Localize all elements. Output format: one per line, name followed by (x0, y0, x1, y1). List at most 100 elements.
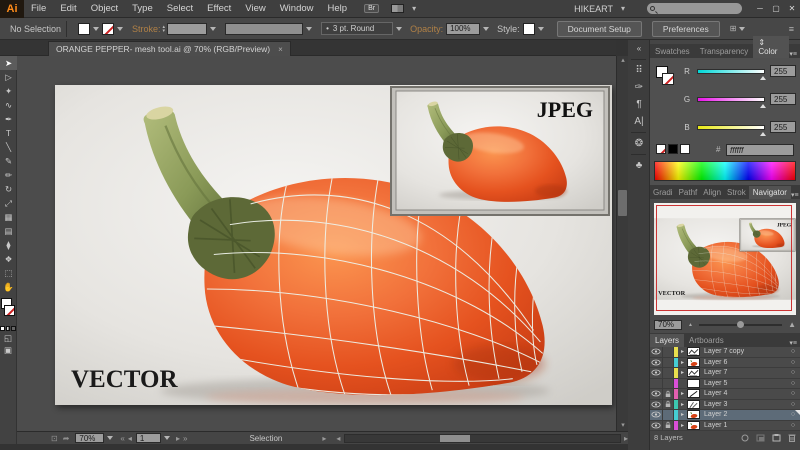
vertical-scrollbar[interactable]: ▴ ▾ (616, 56, 628, 431)
drawing-mode-button[interactable]: ◱ (0, 333, 16, 343)
zoom-out-icon[interactable]: ▲ (688, 322, 693, 328)
layer-row[interactable]: ▸Layer 3○ (650, 400, 800, 411)
screen-mode-button[interactable]: ▣ (0, 345, 16, 355)
horizontal-scroll-thumb[interactable] (440, 435, 470, 442)
stroke-weight-field[interactable] (167, 23, 207, 35)
new-layer-icon[interactable] (772, 434, 781, 442)
new-sublayer-icon[interactable] (756, 434, 765, 442)
expand-arrow-icon[interactable]: ▸ (678, 359, 687, 366)
paragraph-panel-icon[interactable]: ¶ (628, 96, 650, 113)
blue-value-field[interactable]: 255 (770, 121, 796, 133)
color-mode-button[interactable] (0, 326, 5, 331)
preferences-button[interactable]: Preferences (652, 21, 720, 37)
layer-row[interactable]: ▸Layer 2○ (650, 410, 800, 421)
symbols-panel-icon[interactable]: ♣ (628, 157, 650, 174)
direct-selection-tool[interactable]: ▷ (0, 70, 17, 84)
layer-name[interactable]: Layer 3 (700, 401, 786, 408)
red-value-field[interactable]: 255 (770, 65, 796, 77)
lock-toggle[interactable] (663, 379, 674, 389)
dropdown-arrow-icon[interactable] (164, 436, 170, 440)
menu-view[interactable]: View (238, 0, 272, 18)
dropdown-arrow-icon[interactable] (107, 436, 113, 440)
blue-slider[interactable] (697, 125, 765, 130)
layer-row[interactable]: Layer 5○ (650, 379, 800, 390)
delete-layer-icon[interactable] (788, 433, 796, 442)
lock-toggle[interactable] (663, 347, 674, 357)
paintbrush-tool[interactable]: ✎ (0, 154, 17, 168)
white-swatch[interactable] (680, 144, 690, 154)
next-artboard-icon[interactable]: ▸ (176, 434, 180, 443)
target-circle-icon[interactable]: ○ (786, 348, 800, 355)
artboards-panel-icon[interactable]: ⠿ (628, 62, 650, 79)
tab-transparency[interactable]: Transparency (695, 45, 754, 58)
none-swatch[interactable] (656, 144, 666, 154)
lock-toggle[interactable] (663, 421, 674, 431)
panel-menu-icon[interactable]: ▾≡ (789, 50, 800, 58)
menu-select[interactable]: Select (160, 0, 200, 18)
navigator-zoom-field[interactable]: 70% (654, 320, 682, 330)
artboard-tool[interactable]: ⬚ (0, 266, 17, 280)
dropdown-arrow-icon[interactable] (396, 27, 402, 31)
color-spectrum[interactable] (654, 161, 796, 181)
dropdown-arrow-icon[interactable] (483, 27, 489, 31)
gradient-tool[interactable]: ▤ (0, 224, 17, 238)
target-circle-icon[interactable]: ○ (786, 359, 800, 366)
red-slider[interactable] (697, 69, 765, 74)
menu-effect[interactable]: Effect (200, 0, 238, 18)
minimize-button[interactable]: ─ (752, 4, 768, 13)
layer-thumbnail[interactable] (687, 358, 700, 367)
layer-thumbnail[interactable] (687, 368, 700, 377)
tab-artboards[interactable]: Artboards (684, 334, 729, 347)
stroke-swatch[interactable] (662, 73, 674, 85)
layer-row[interactable]: ▸Layer 1○ (650, 421, 800, 432)
layer-name[interactable]: Layer 5 (700, 380, 786, 387)
tab-align[interactable]: Align (700, 186, 724, 199)
panel-menu-icon[interactable]: ▾≡ (789, 339, 800, 347)
green-slider[interactable] (697, 97, 765, 102)
expand-arrow-icon[interactable]: ▸ (678, 348, 687, 355)
target-circle-icon[interactable]: ○ (786, 380, 800, 387)
blue-slider-thumb[interactable] (760, 132, 766, 136)
layer-name[interactable]: Layer 1 (700, 422, 786, 429)
layer-thumbnail[interactable] (687, 400, 700, 409)
chevron-down-icon[interactable]: ▾ (412, 4, 416, 13)
search-input[interactable] (647, 3, 742, 14)
eyedropper-tool[interactable]: ⧫ (0, 238, 17, 252)
maximize-button[interactable]: ▢ (768, 4, 784, 13)
navigator-zoom-slider[interactable] (699, 324, 782, 326)
navigator-proxy-view[interactable] (656, 205, 792, 311)
menu-type[interactable]: Type (125, 0, 160, 18)
appearance-panel-icon[interactable]: ❂ (628, 135, 650, 152)
lock-toggle[interactable] (663, 400, 674, 410)
stroke-swatch[interactable] (4, 305, 15, 316)
black-swatch[interactable] (668, 144, 678, 154)
target-circle-icon[interactable]: ○ (786, 369, 800, 376)
navigator-slider-thumb[interactable] (737, 321, 744, 328)
dropdown-arrow-icon[interactable] (93, 27, 99, 31)
dropdown-arrow-icon[interactable] (739, 27, 745, 31)
layer-name[interactable]: Layer 7 copy (700, 348, 786, 355)
line-tool[interactable]: ╲ (0, 140, 17, 154)
stroke-weight-stepper[interactable]: ▴▾ (163, 25, 166, 33)
menu-file[interactable]: File (24, 0, 53, 18)
none-mode-button[interactable] (11, 326, 16, 331)
expand-arrow-icon[interactable]: ▸ (678, 401, 687, 408)
layer-thumbnail[interactable] (687, 421, 700, 430)
visibility-toggle[interactable] (650, 410, 663, 420)
layer-name[interactable]: Layer 4 (700, 390, 786, 397)
magic-wand-tool[interactable]: ✦ (0, 84, 17, 98)
tab-pathfinder[interactable]: Pathf (676, 186, 701, 199)
zoom-field[interactable]: 70% (75, 433, 104, 443)
opacity-field[interactable]: 100% (446, 23, 480, 35)
layer-row[interactable]: ▸Layer 7○ (650, 368, 800, 379)
visibility-toggle[interactable] (650, 400, 663, 410)
green-value-field[interactable]: 255 (770, 93, 796, 105)
hscroll-left-icon[interactable]: ◂ (336, 434, 340, 443)
brush-definition[interactable]: • 3 pt. Round (321, 22, 393, 35)
workspace-switcher-icon[interactable] (391, 4, 404, 13)
expand-arrow-icon[interactable]: ▸ (678, 369, 687, 376)
tab-swatches[interactable]: Swatches (650, 45, 695, 58)
horizontal-scrollbar[interactable] (344, 434, 621, 443)
blend-tool[interactable]: ❖ (0, 252, 17, 266)
close-button[interactable]: ✕ (784, 4, 800, 13)
